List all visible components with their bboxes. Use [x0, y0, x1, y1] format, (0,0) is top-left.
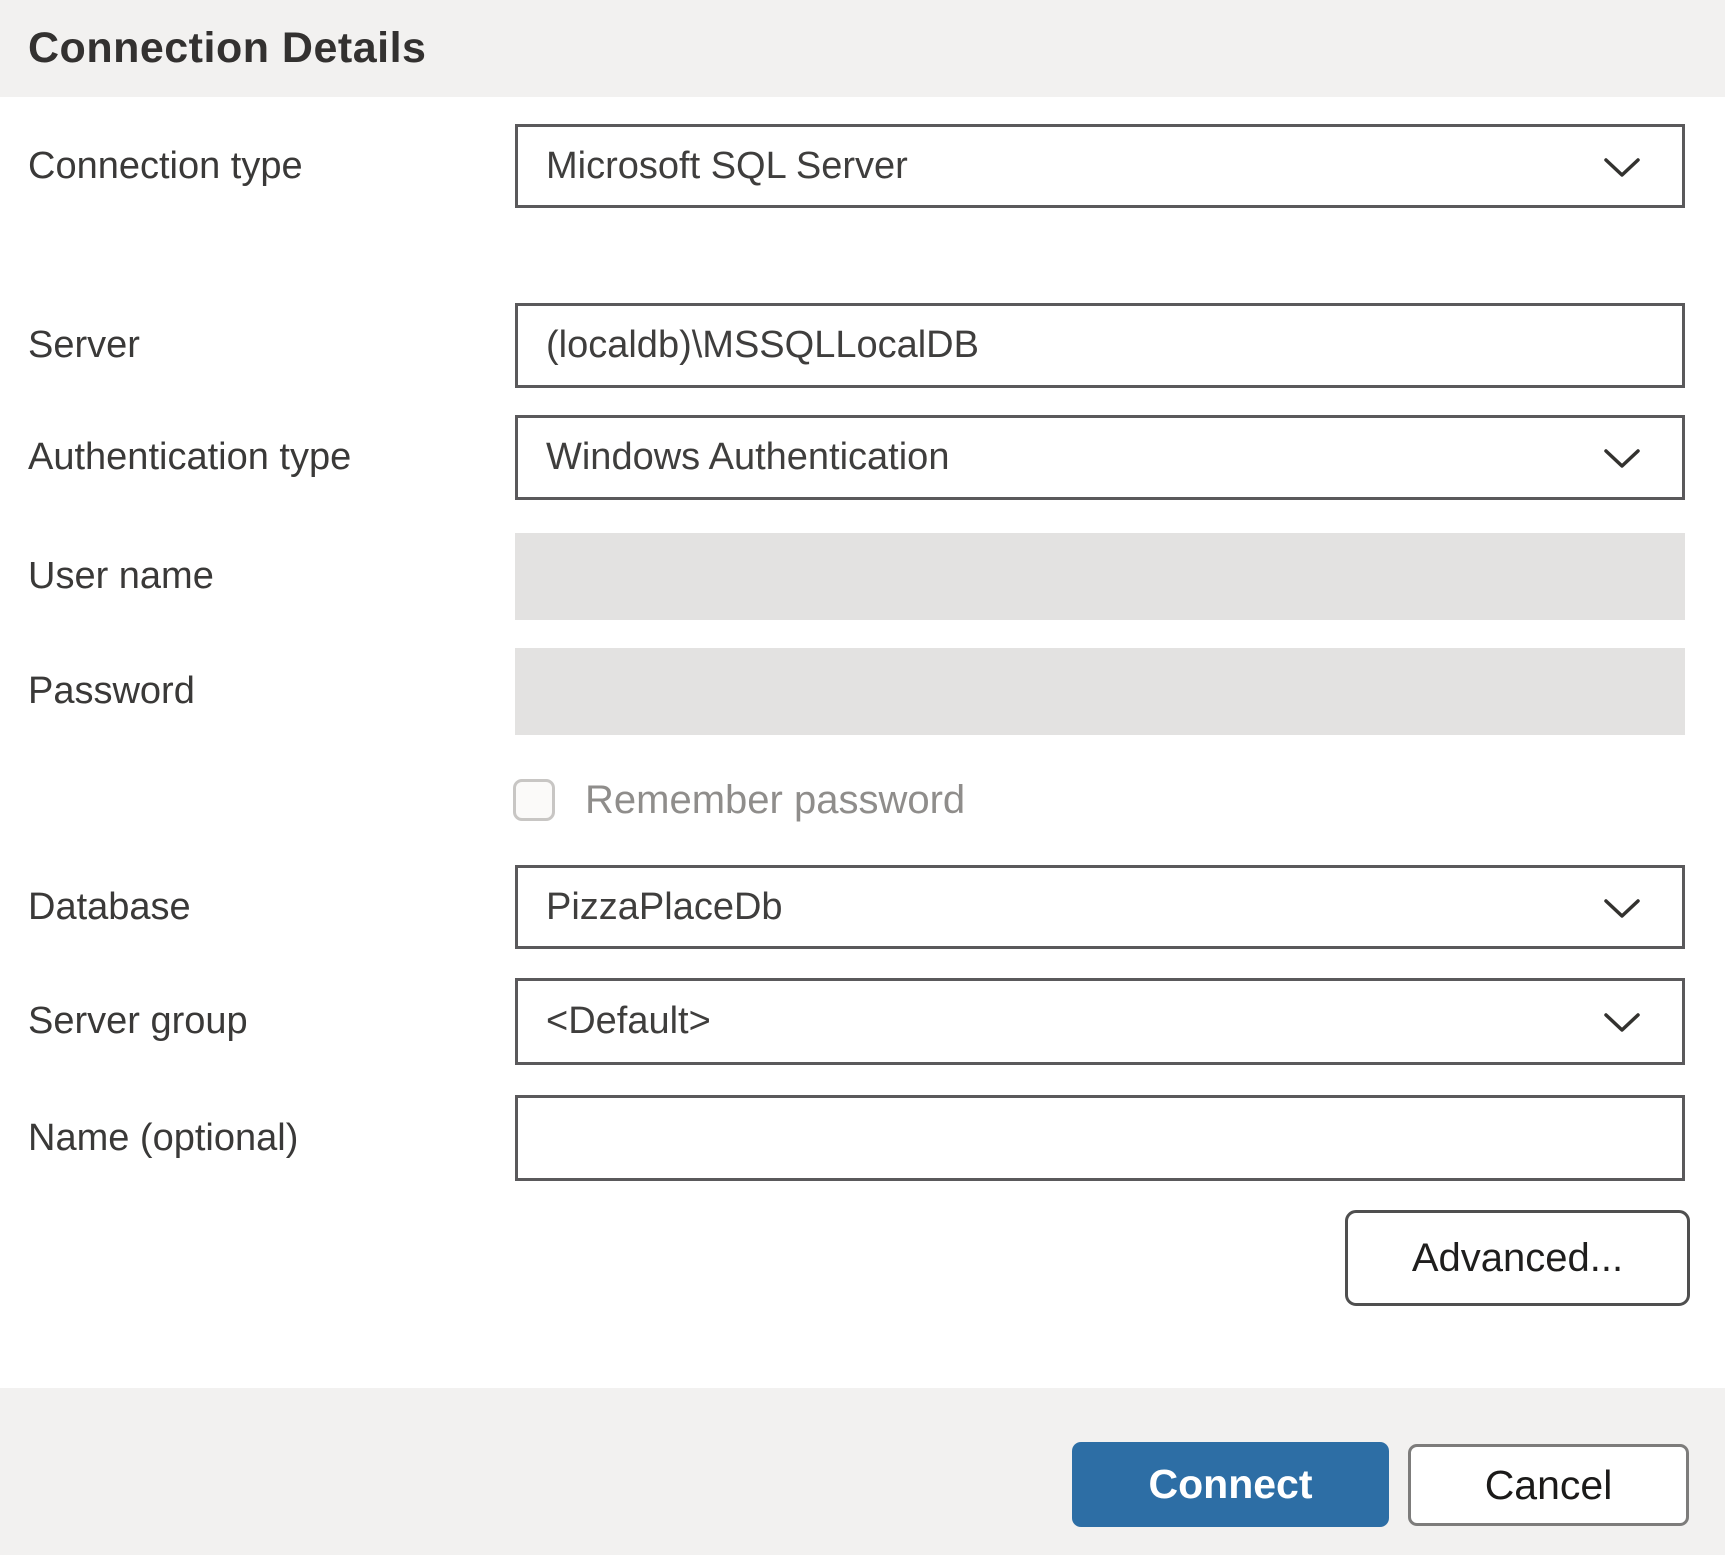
server-field	[515, 303, 1685, 388]
server-label: Server	[28, 303, 140, 388]
server-group-value: <Default>	[546, 1000, 711, 1043]
advanced-button[interactable]: Advanced...	[1345, 1210, 1690, 1306]
database-dropdown[interactable]: PizzaPlaceDb	[515, 865, 1685, 949]
password-label: Password	[28, 648, 195, 735]
connection-type-value: Microsoft SQL Server	[546, 145, 908, 188]
dialog-footer: Connect Cancel	[0, 1388, 1725, 1555]
name-optional-label: Name (optional)	[28, 1095, 298, 1181]
user-name-label: User name	[28, 533, 214, 620]
connect-button[interactable]: Connect	[1072, 1442, 1389, 1527]
cancel-button[interactable]: Cancel	[1408, 1444, 1689, 1526]
chevron-down-icon	[1604, 436, 1640, 479]
chevron-down-icon	[1604, 1000, 1640, 1043]
connection-details-dialog: Connection Details Connection type Micro…	[0, 0, 1725, 1555]
connection-type-label: Connection type	[28, 124, 303, 208]
connection-form: Connection type Microsoft SQL Server Ser…	[0, 0, 1725, 1555]
remember-password-label: Remember password	[585, 770, 965, 830]
user-name-input	[543, 555, 1657, 598]
user-name-field-disabled	[515, 533, 1685, 620]
database-label: Database	[28, 865, 191, 949]
chevron-down-icon	[1604, 145, 1640, 188]
password-field-disabled	[515, 648, 1685, 735]
authentication-type-label: Authentication type	[28, 415, 351, 500]
authentication-type-dropdown[interactable]: Windows Authentication	[515, 415, 1685, 500]
password-input	[543, 670, 1657, 713]
chevron-down-icon	[1604, 886, 1640, 929]
server-group-label: Server group	[28, 978, 248, 1065]
server-group-dropdown[interactable]: <Default>	[515, 978, 1685, 1065]
authentication-type-value: Windows Authentication	[546, 436, 949, 479]
name-optional-field	[515, 1095, 1685, 1181]
connection-type-dropdown[interactable]: Microsoft SQL Server	[515, 124, 1685, 208]
remember-password-checkbox[interactable]	[513, 779, 555, 821]
name-optional-input[interactable]	[546, 1117, 1654, 1160]
server-input[interactable]	[546, 324, 1654, 367]
database-value: PizzaPlaceDb	[546, 886, 783, 929]
